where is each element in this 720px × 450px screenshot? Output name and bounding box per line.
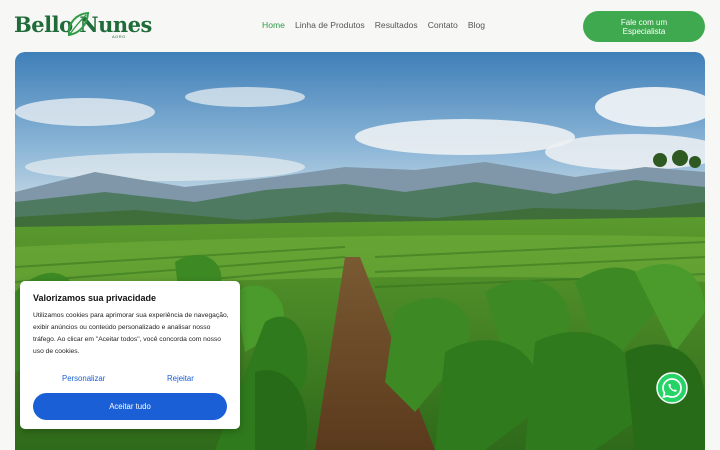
nav-contato[interactable]: Contato <box>428 20 458 30</box>
reject-cookies-button[interactable]: Rejeitar <box>167 374 194 383</box>
nav-linha-de-produtos[interactable]: Linha de Produtos <box>295 20 365 30</box>
brand-subtitle: AGRO <box>112 34 126 39</box>
brand-logo[interactable]: Bello Nunes AGRO <box>14 11 152 40</box>
cookie-consent-banner: Valorizamos sua privacidade Utilizamos c… <box>20 281 240 429</box>
contact-specialist-button[interactable]: Fale com um Especialista <box>583 11 705 42</box>
site-header: Bello Nunes AGRO Home Linha de Produtos … <box>0 0 720 52</box>
accept-all-cookies-button[interactable]: Aceitar tudo <box>33 393 227 420</box>
main-nav: Home Linha de Produtos Resultados Contat… <box>262 20 485 30</box>
cookie-title: Valorizamos sua privacidade <box>33 293 157 303</box>
nav-home[interactable]: Home <box>262 20 285 30</box>
customize-cookies-button[interactable]: Personalizar <box>62 374 105 383</box>
whatsapp-icon[interactable] <box>656 372 688 404</box>
cookie-description: Utilizamos cookies para aprimorar sua ex… <box>33 312 229 355</box>
nav-resultados[interactable]: Resultados <box>375 20 418 30</box>
nav-blog[interactable]: Blog <box>468 20 485 30</box>
leaf-icon <box>67 11 90 37</box>
